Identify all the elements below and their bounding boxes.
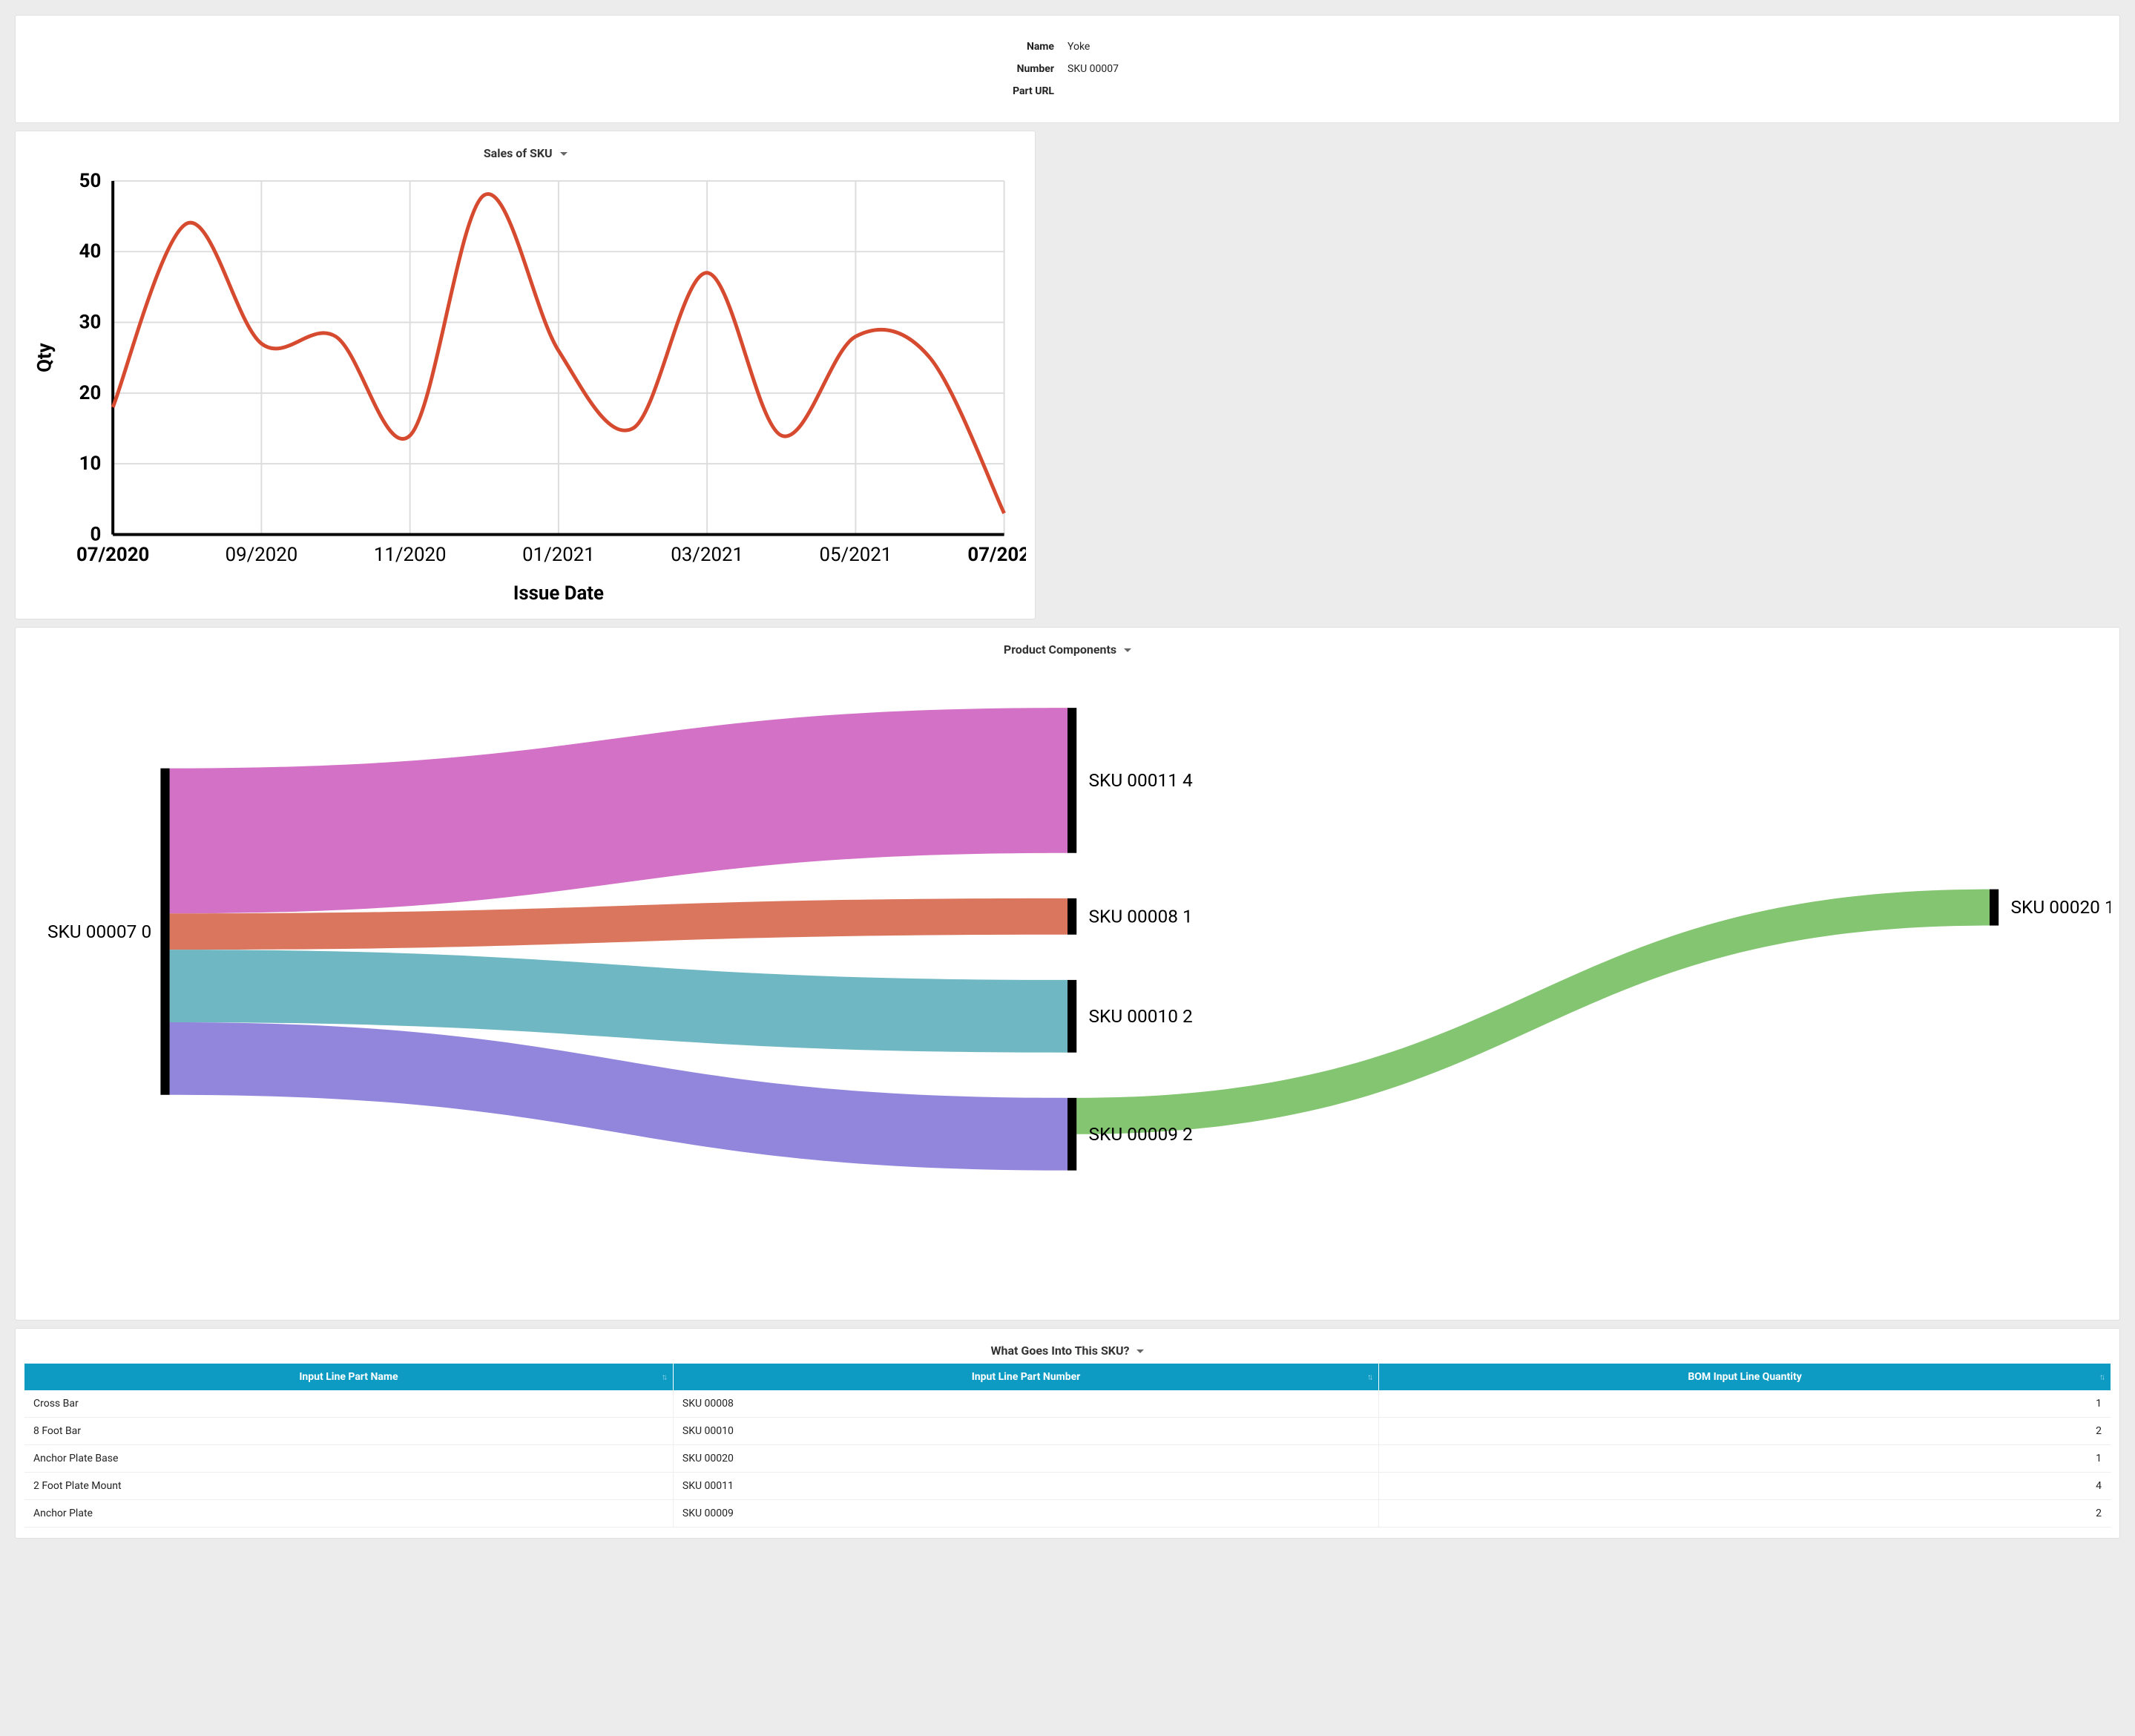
svg-text:0: 0 bbox=[90, 523, 101, 545]
col-header-qty[interactable]: BOM Input Line Quantity ↑↓ bbox=[1379, 1364, 2111, 1390]
col-header-partname-text: Input Line Part Name bbox=[299, 1371, 398, 1383]
svg-text:SKU 00007 0: SKU 00007 0 bbox=[47, 921, 151, 942]
sales-chart-title-text: Sales of SKU bbox=[484, 146, 553, 160]
svg-text:07/2021: 07/2021 bbox=[967, 544, 1026, 566]
svg-text:20: 20 bbox=[79, 382, 102, 404]
table-row: 2 Foot Plate MountSKU 000114 bbox=[24, 1472, 2111, 1499]
svg-text:40: 40 bbox=[79, 240, 102, 263]
chevron-down-icon bbox=[1124, 648, 1131, 652]
col-header-partnumber[interactable]: Input Line Part Number ↑↓ bbox=[673, 1364, 1378, 1390]
table-row: Anchor PlateSKU 000092 bbox=[24, 1499, 2111, 1527]
col-header-partname[interactable]: Input Line Part Name ↑↓ bbox=[24, 1364, 673, 1390]
svg-text:Qty: Qty bbox=[34, 343, 56, 372]
chevron-down-icon bbox=[560, 152, 568, 156]
svg-text:SKU 00020 1: SKU 00020 1 bbox=[2010, 896, 2111, 918]
detail-row-name: Name Yoke bbox=[38, 41, 2097, 53]
svg-text:11/2020: 11/2020 bbox=[374, 544, 447, 566]
chevron-down-icon bbox=[1136, 1349, 1144, 1353]
sales-chart-card: Sales of SKU 0 10 20 30 40 50 07/2020 09/2020 11… bbox=[15, 131, 1036, 619]
cell-partname: 8 Foot Bar bbox=[24, 1417, 673, 1444]
cell-qty: 1 bbox=[1379, 1444, 2111, 1472]
details-card: Name Yoke Number SKU 00007 Part URL bbox=[15, 15, 2120, 123]
col-header-qty-text: BOM Input Line Quantity bbox=[1688, 1371, 1801, 1383]
bom-table-title[interactable]: What Goes Into This SKU? bbox=[24, 1335, 2111, 1364]
cell-partname: Anchor Plate bbox=[24, 1499, 673, 1527]
svg-text:07/2020: 07/2020 bbox=[76, 544, 149, 566]
detail-row-parturl: Part URL bbox=[38, 85, 2097, 97]
detail-label-name: Name bbox=[38, 41, 1068, 53]
sort-icon: ↑↓ bbox=[662, 1372, 665, 1381]
svg-text:03/2021: 03/2021 bbox=[671, 544, 743, 566]
cell-qty: 1 bbox=[1379, 1390, 2111, 1418]
detail-label-parturl: Part URL bbox=[38, 85, 1068, 97]
cell-qty: 4 bbox=[1379, 1472, 2111, 1499]
detail-label-number: Number bbox=[38, 63, 1068, 75]
sales-line-chart: 0 10 20 30 40 50 07/2020 09/2020 11/2020 01/2021 0… bbox=[24, 166, 1026, 608]
svg-text:10: 10 bbox=[79, 453, 102, 475]
svg-text:01/2021: 01/2021 bbox=[522, 544, 595, 566]
bom-table-card: What Goes Into This SKU? Input Line Part… bbox=[15, 1328, 2120, 1539]
cell-partname: Cross Bar bbox=[24, 1390, 673, 1418]
cell-partname: Anchor Plate Base bbox=[24, 1444, 673, 1472]
sankey-title-text: Product Components bbox=[1004, 642, 1116, 657]
cell-partnumber: SKU 00008 bbox=[673, 1390, 1378, 1418]
cell-partnumber: SKU 00020 bbox=[673, 1444, 1378, 1472]
sankey-card: Product Components SKU 00007 0 SKU 00011 … bbox=[15, 627, 2120, 1321]
detail-row-number: Number SKU 00007 bbox=[38, 63, 2097, 75]
sort-icon: ↑↓ bbox=[2099, 1372, 2103, 1381]
table-row: Cross BarSKU 000081 bbox=[24, 1390, 2111, 1418]
cell-qty: 2 bbox=[1379, 1417, 2111, 1444]
svg-text:30: 30 bbox=[79, 311, 102, 333]
table-row: 8 Foot BarSKU 000102 bbox=[24, 1417, 2111, 1444]
svg-text:Issue Date: Issue Date bbox=[513, 582, 604, 605]
detail-value-name: Yoke bbox=[1068, 41, 2097, 53]
cell-partnumber: SKU 00010 bbox=[673, 1417, 1378, 1444]
sales-chart-title[interactable]: Sales of SKU bbox=[24, 137, 1026, 166]
col-header-partnumber-text: Input Line Part Number bbox=[972, 1371, 1081, 1383]
sort-icon: ↑↓ bbox=[1367, 1372, 1371, 1381]
svg-text:05/2021: 05/2021 bbox=[820, 544, 892, 566]
svg-text:SKU 00009 2: SKU 00009 2 bbox=[1089, 1123, 1193, 1145]
svg-text:SKU 00010 2: SKU 00010 2 bbox=[1089, 1005, 1193, 1027]
cell-qty: 2 bbox=[1379, 1499, 2111, 1527]
svg-text:SKU 00011 4: SKU 00011 4 bbox=[1089, 769, 1193, 791]
cell-partnumber: SKU 00009 bbox=[673, 1499, 1378, 1527]
sankey-diagram: SKU 00007 0 SKU 00011 4 SKU 00008 1 SKU 000… bbox=[24, 662, 2111, 1298]
svg-text:09/2020: 09/2020 bbox=[226, 544, 298, 566]
sankey-title[interactable]: Product Components bbox=[24, 634, 2111, 662]
detail-value-number: SKU 00007 bbox=[1068, 63, 2097, 75]
cell-partname: 2 Foot Plate Mount bbox=[24, 1472, 673, 1499]
svg-text:SKU 00008 1: SKU 00008 1 bbox=[1089, 905, 1193, 927]
bom-table-title-text: What Goes Into This SKU? bbox=[991, 1344, 1130, 1358]
svg-text:50: 50 bbox=[79, 170, 102, 192]
bom-table: Input Line Part Name ↑↓ Input Line Part … bbox=[24, 1364, 2111, 1528]
table-header-row: Input Line Part Name ↑↓ Input Line Part … bbox=[24, 1364, 2111, 1390]
table-row: Anchor Plate BaseSKU 000201 bbox=[24, 1444, 2111, 1472]
cell-partnumber: SKU 00011 bbox=[673, 1472, 1378, 1499]
